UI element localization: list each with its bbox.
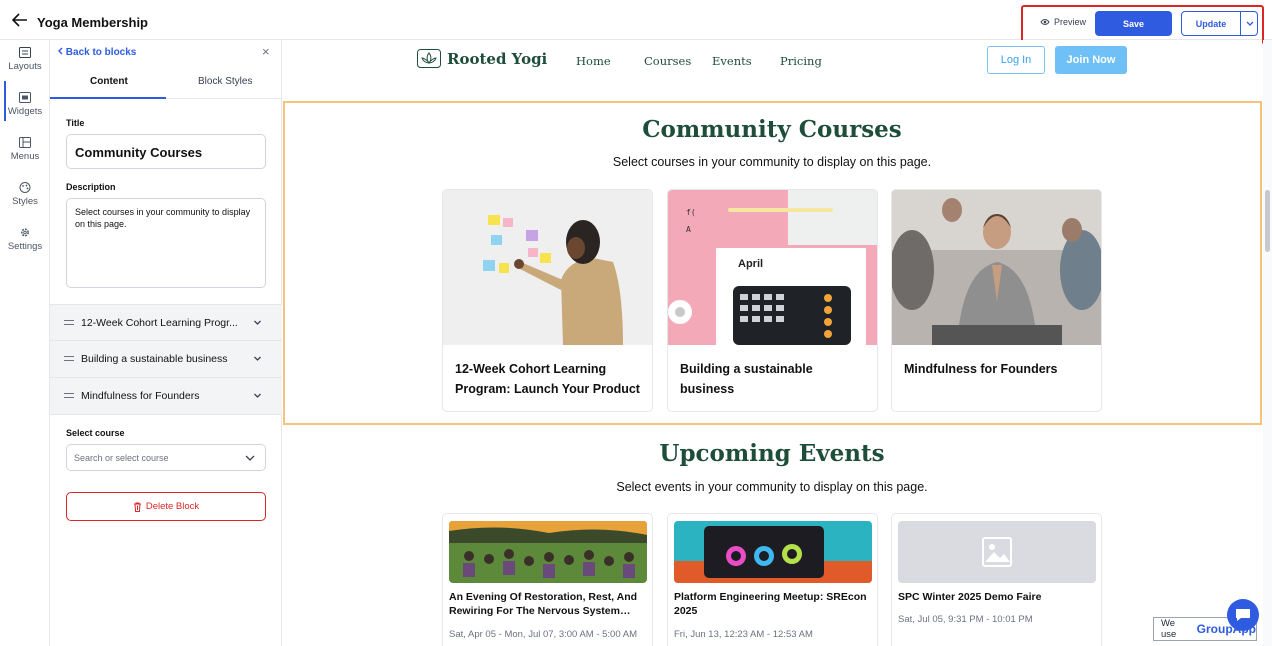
drag-handle-icon[interactable] bbox=[64, 320, 74, 325]
chevron-down-icon[interactable] bbox=[253, 354, 262, 363]
rail-item-menus[interactable]: Menus bbox=[0, 137, 50, 162]
courses-section-title: Community Courses bbox=[642, 116, 902, 143]
event-image bbox=[674, 521, 872, 583]
back-arrow-icon[interactable] bbox=[12, 13, 28, 27]
rail-label: Menus bbox=[10, 151, 40, 162]
svg-text:A: A bbox=[686, 225, 691, 234]
rail-label: Layouts bbox=[8, 61, 42, 72]
block-editor-panel: Back to blocks × Content Block Styles Ti… bbox=[50, 40, 282, 646]
course-item[interactable]: Building a sustainable business bbox=[50, 341, 282, 378]
select-course-label: Select course bbox=[66, 428, 125, 438]
rail-label: Settings bbox=[7, 241, 43, 252]
chat-button[interactable] bbox=[1227, 599, 1259, 631]
gear-icon bbox=[21, 228, 29, 237]
tab-block-styles[interactable]: Block Styles bbox=[198, 76, 252, 87]
back-to-blocks-link[interactable]: Back to blocks bbox=[57, 47, 136, 58]
event-image-placeholder bbox=[898, 521, 1096, 583]
chat-bubble-icon bbox=[1236, 609, 1250, 621]
rail-item-layouts[interactable]: Layouts bbox=[0, 47, 50, 72]
event-title[interactable]: An Evening Of Restoration, Rest, And Rew… bbox=[449, 590, 649, 618]
drag-handle-icon[interactable] bbox=[64, 356, 74, 361]
course-card[interactable]: f( A April Building a sustainable busine… bbox=[667, 189, 878, 412]
course-select-placeholder: Search or select course bbox=[74, 453, 169, 463]
svg-text:f(: f( bbox=[686, 208, 696, 217]
course-title[interactable]: 12-Week Cohort Learning Program: Launch … bbox=[455, 359, 643, 399]
site-name: Rooted Yogi bbox=[447, 49, 548, 68]
app-title: Yoga Membership bbox=[37, 15, 149, 30]
event-card[interactable]: SPC Winter 2025 Demo Faire Sat, Jul 05, … bbox=[891, 513, 1102, 646]
layouts-icon bbox=[19, 47, 31, 58]
event-title[interactable]: Platform Engineering Meetup: SREcon 2025 bbox=[674, 590, 874, 618]
left-rail: Layouts Widgets Menus Styles Settings bbox=[0, 40, 50, 646]
event-card[interactable]: An Evening Of Restoration, Rest, And Rew… bbox=[442, 513, 653, 646]
scrollbar-thumb[interactable] bbox=[1265, 190, 1270, 252]
description-textarea[interactable]: Select courses in your community to disp… bbox=[66, 198, 266, 288]
course-image bbox=[443, 190, 652, 345]
title-label: Title bbox=[66, 118, 85, 128]
chevron-left-icon bbox=[58, 47, 63, 55]
events-section-description: Select events in your community to displ… bbox=[616, 480, 928, 494]
page-scrollbar[interactable] bbox=[1263, 40, 1272, 646]
rail-label: Widgets bbox=[7, 106, 43, 117]
event-card[interactable]: Platform Engineering Meetup: SREcon 2025… bbox=[667, 513, 878, 646]
chevron-down-icon bbox=[245, 455, 255, 461]
tab-active-indicator bbox=[50, 97, 166, 99]
delete-block-label: Delete Block bbox=[145, 501, 200, 512]
course-item[interactable]: 12-Week Cohort Learning Progr... bbox=[50, 304, 282, 341]
widgets-icon bbox=[19, 92, 31, 103]
image-placeholder-icon bbox=[982, 537, 1012, 567]
nav-home[interactable]: Home bbox=[576, 54, 611, 68]
events-section-title: Upcoming Events bbox=[659, 440, 885, 467]
highlight-box bbox=[1021, 5, 1264, 44]
nav-events[interactable]: Events bbox=[712, 54, 752, 68]
chevron-down-icon[interactable] bbox=[253, 391, 262, 400]
description-label: Description bbox=[66, 182, 116, 192]
event-date: Sat, Apr 05 - Mon, Jul 07, 3:00 AM - 5:0… bbox=[449, 629, 637, 640]
drag-handle-icon[interactable] bbox=[64, 393, 74, 398]
course-card[interactable]: Mindfulness for Founders bbox=[891, 189, 1102, 412]
courses-section-description: Select courses in your community to disp… bbox=[612, 155, 932, 169]
site-logo[interactable]: Rooted Yogi bbox=[417, 49, 547, 68]
page-preview: Rooted Yogi Home Courses Events Pricing … bbox=[282, 40, 1262, 646]
nav-pricing[interactable]: Pricing bbox=[780, 54, 822, 68]
course-image bbox=[892, 190, 1101, 345]
badge-prefix: We use bbox=[1161, 618, 1177, 640]
rail-item-widgets[interactable]: Widgets bbox=[0, 92, 50, 117]
delete-block-button[interactable]: Delete Block bbox=[66, 492, 266, 521]
course-item[interactable]: Mindfulness for Founders bbox=[50, 378, 282, 415]
course-select[interactable]: Search or select course bbox=[66, 444, 266, 471]
course-title[interactable]: Building a sustainable business bbox=[680, 359, 868, 399]
event-title[interactable]: SPC Winter 2025 Demo Faire bbox=[898, 590, 1098, 604]
course-item-label: Mindfulness for Founders bbox=[81, 390, 200, 402]
nav-courses[interactable]: Courses bbox=[644, 54, 691, 68]
palette-icon bbox=[19, 182, 31, 193]
close-icon[interactable]: × bbox=[262, 44, 270, 59]
course-card[interactable]: 12-Week Cohort Learning Program: Launch … bbox=[442, 189, 653, 412]
title-input[interactable]: Community Courses bbox=[66, 134, 266, 169]
menus-icon bbox=[19, 137, 31, 148]
event-image bbox=[449, 521, 647, 583]
course-item-label: 12-Week Cohort Learning Progr... bbox=[81, 317, 238, 329]
rail-item-styles[interactable]: Styles bbox=[0, 182, 50, 207]
rail-item-settings[interactable]: Settings bbox=[0, 227, 50, 252]
tab-content[interactable]: Content bbox=[90, 76, 128, 87]
event-date: Sat, Jul 05, 9:31 PM - 10:01 PM bbox=[898, 614, 1033, 625]
rail-label: Styles bbox=[12, 196, 38, 207]
course-title[interactable]: Mindfulness for Founders bbox=[904, 359, 1092, 379]
chevron-down-icon[interactable] bbox=[253, 318, 262, 327]
join-now-button[interactable]: Join Now bbox=[1055, 46, 1127, 74]
lotus-logo-icon bbox=[417, 49, 441, 68]
course-item-label: Building a sustainable business bbox=[81, 353, 228, 365]
calendar-month-text: April bbox=[738, 258, 763, 270]
event-date: Fri, Jun 13, 12:23 AM - 12:53 AM bbox=[674, 629, 813, 640]
trash-icon bbox=[133, 502, 141, 512]
login-button[interactable]: Log In bbox=[987, 46, 1045, 74]
back-to-blocks-label: Back to blocks bbox=[65, 47, 137, 58]
course-image: f( A April bbox=[668, 190, 877, 345]
